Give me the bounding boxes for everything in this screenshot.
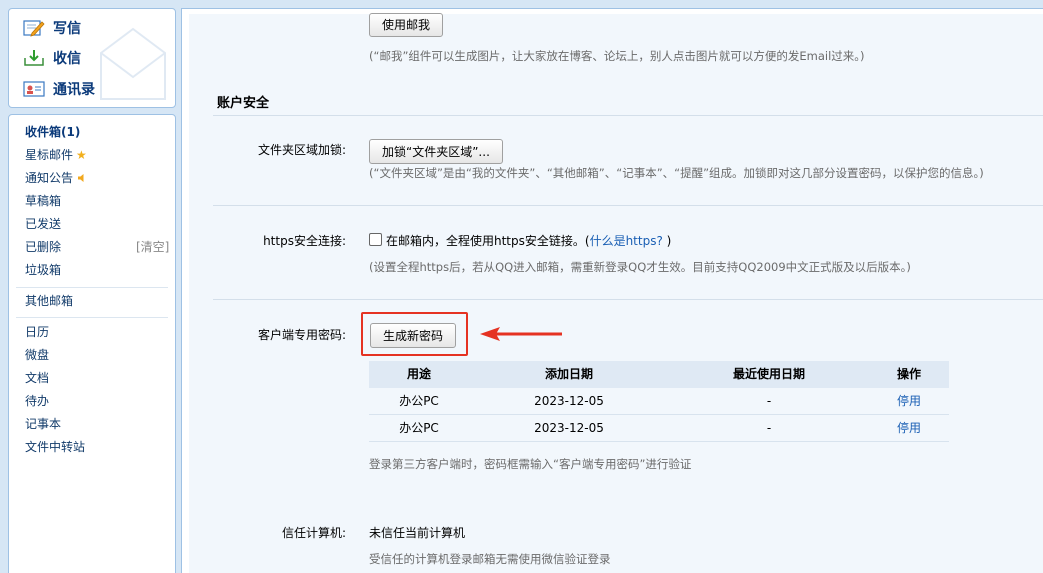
- cell-last-used: -: [766, 421, 772, 435]
- cell-purpose: 办公PC: [399, 394, 439, 408]
- what-is-https-link[interactable]: 什么是https?: [590, 234, 663, 248]
- cell-added-date: 2023-12-05: [534, 421, 604, 435]
- folder-weiyun[interactable]: 微盘: [25, 345, 49, 365]
- contacts-card-icon: [23, 81, 45, 97]
- folder-file-transfer[interactable]: 文件中转站: [25, 437, 85, 457]
- https-checkbox[interactable]: [369, 233, 382, 246]
- table-row: 办公PC 2023-12-05 - 停用: [369, 388, 949, 415]
- folder-docs[interactable]: 文档: [25, 368, 49, 388]
- folder-starred-label: 星标邮件: [25, 148, 74, 162]
- trusted-pc-hint: 受信任的计算机登录邮箱无需使用微信验证登录: [369, 552, 611, 566]
- cell-added-date: 2023-12-05: [534, 394, 604, 408]
- folder-drafts[interactable]: 草稿箱: [25, 191, 61, 211]
- cell-purpose: 办公PC: [399, 421, 439, 435]
- folder-spam[interactable]: 垃圾箱: [25, 260, 61, 280]
- clean-deleted-link[interactable]: [清空]: [136, 237, 169, 257]
- receive-label: 收信: [53, 51, 81, 67]
- folder-calendar[interactable]: 日历: [25, 322, 49, 342]
- folder-notes[interactable]: 记事本: [25, 414, 61, 434]
- disable-password-link[interactable]: 停用: [859, 415, 959, 442]
- table-header-row: 用途 添加日期 最近使用日期 操作: [369, 361, 949, 388]
- compose-panel: 写信 收信 通讯录: [8, 8, 176, 108]
- https-hint: (设置全程https后，若从QQ进入邮箱，需重新登录QQ才生效。目前支持QQ20…: [369, 260, 911, 274]
- https-close-paren: ): [662, 234, 672, 248]
- trusted-pc-status: 未信任当前计算机: [369, 526, 466, 540]
- cell-last-used: -: [766, 394, 772, 408]
- disable-password-link[interactable]: 停用: [859, 388, 959, 415]
- contacts-button[interactable]: 通讯录: [23, 78, 95, 100]
- folder-divider: [16, 287, 168, 288]
- annotation-highlight-box: [361, 312, 468, 356]
- folder-notices-label: 通知公告: [25, 171, 74, 185]
- settings-content: [189, 14, 1043, 573]
- client-password-table: 用途 添加日期 最近使用日期 操作 办公PC 2023-12-05 - 停用 办…: [369, 361, 949, 442]
- folder-deleted[interactable]: 已删除: [25, 237, 61, 257]
- column-header-purpose: 用途: [406, 367, 431, 381]
- folder-lock-label: 文件夹区域加锁:: [257, 143, 346, 157]
- folder-starred[interactable]: 星标邮件 ★: [25, 145, 87, 165]
- speaker-icon: [78, 174, 84, 182]
- contacts-label: 通讯录: [53, 82, 95, 98]
- folder-notices[interactable]: 通知公告: [25, 168, 87, 188]
- client-password-hint: 登录第三方客户端时，密码框需输入“客户端专用密码”进行验证: [369, 457, 692, 471]
- folder-inbox[interactable]: 收件箱(1): [25, 122, 80, 142]
- envelope-watermark-icon: [100, 27, 166, 100]
- row-separator: [213, 205, 1043, 206]
- https-checkbox-text: 在邮箱内，全程使用https安全链接。(什么是https? ): [386, 232, 671, 249]
- folder-todo[interactable]: 待办: [25, 391, 49, 411]
- receive-button[interactable]: 收信: [23, 47, 81, 69]
- section-separator: [213, 115, 1043, 116]
- star-icon: ★: [76, 148, 87, 162]
- column-header-added-date: 添加日期: [544, 367, 593, 381]
- folder-sent[interactable]: 已发送: [25, 214, 61, 234]
- row-separator: [213, 299, 1043, 300]
- folder-divider: [16, 317, 168, 318]
- use-mailme-button[interactable]: 使用邮我: [369, 13, 444, 37]
- lock-folder-area-button[interactable]: 加锁“文件夹区域”...: [369, 139, 503, 164]
- column-header-action: 操作: [896, 367, 921, 381]
- inbox-download-icon: [24, 50, 44, 66]
- section-title-account-security: 账户安全: [217, 96, 270, 111]
- client-password-label: 客户端专用密码:: [257, 328, 346, 342]
- https-option-text: 在邮箱内，全程使用https安全链接。(: [386, 234, 590, 248]
- table-row: 办公PC 2023-12-05 - 停用: [369, 415, 949, 442]
- annotation-arrow-icon: [480, 327, 562, 341]
- https-label: https安全连接:: [263, 234, 346, 248]
- compose-button[interactable]: 写信: [23, 17, 81, 39]
- trusted-pc-label: 信任计算机:: [281, 526, 346, 540]
- column-header-last-used: 最近使用日期: [732, 367, 805, 381]
- folder-other-mailboxes[interactable]: 其他邮箱: [25, 291, 73, 311]
- folder-lock-hint: (“文件夹区域”是由“我的文件夹”、“其他邮箱”、“记事本”、“提醒”组成。加锁…: [369, 166, 984, 180]
- compose-icon: [23, 20, 45, 37]
- mailme-hint: (“邮我”组件可以生成图片，让大家放在博客、论坛上，别人点击图片就可以方便的发E…: [369, 49, 865, 63]
- compose-label: 写信: [53, 21, 81, 37]
